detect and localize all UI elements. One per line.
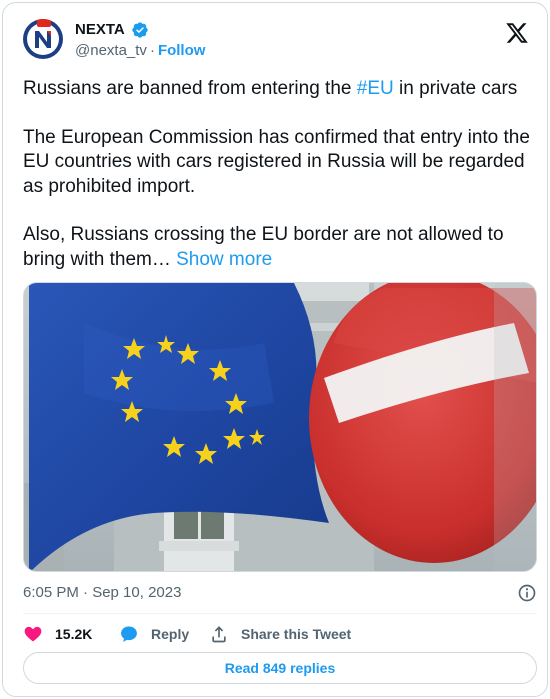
divider — [23, 613, 537, 614]
like-button[interactable]: 15.2K — [23, 623, 92, 645]
hashtag-link[interactable]: #EU — [357, 78, 394, 99]
like-count: 15.2K — [55, 626, 93, 642]
tweet-image[interactable] — [23, 282, 537, 572]
read-replies-button[interactable]: Read 849 replies — [23, 652, 537, 684]
show-more-link[interactable]: Show more — [176, 249, 272, 270]
nexta-logo-icon — [35, 31, 51, 48]
share-label: Share this Tweet — [241, 626, 352, 642]
reply-button[interactable]: Reply — [119, 623, 189, 645]
tweet-text: Russians are banned from entering the #E… — [23, 77, 535, 272]
share-icon — [212, 626, 226, 643]
info-icon[interactable] — [517, 583, 537, 603]
author-handle[interactable]: @nexta_tv — [75, 42, 147, 59]
speech-bubble-icon — [121, 626, 137, 642]
follow-button[interactable]: Follow — [158, 42, 206, 59]
reply-label: Reply — [151, 626, 190, 642]
text-segment: in private cars — [393, 78, 518, 99]
text-segment: Russians are banned from entering the — [23, 78, 357, 99]
heart-icon — [24, 626, 42, 642]
author-block: NEXTA @nexta_tv · Follow — [75, 20, 205, 61]
separator-dot: · — [149, 42, 155, 59]
tweet-card: NEXTA @nexta_tv · Follow Russians are bann… — [2, 2, 548, 697]
tweet-meta: 6:05 PM · Sep 10, 2023 — [23, 583, 537, 603]
timestamp[interactable]: 6:05 PM · Sep 10, 2023 — [23, 584, 181, 601]
eu-flag-stop-sign-photo — [24, 283, 536, 571]
tweet-paragraph-3: Also, Russians crossing the EU border ar… — [23, 223, 535, 272]
share-button[interactable]: Share this Tweet — [209, 623, 351, 645]
tweet-header: NEXTA @nexta_tv · Follow — [23, 19, 529, 63]
tweet-actions: 15.2K Reply Share this Tweet — [23, 623, 537, 645]
avatar[interactable] — [23, 19, 63, 59]
x-logo-icon[interactable] — [505, 21, 529, 45]
read-replies-label: Read 849 replies — [224, 660, 336, 676]
tweet-paragraph-1: Russians are banned from entering the #E… — [23, 77, 535, 102]
tweet-paragraph-2: The European Commission has confirmed th… — [23, 126, 530, 197]
avatar-flag-mark — [37, 19, 51, 27]
display-name[interactable]: NEXTA — [75, 20, 125, 40]
verified-badge-icon — [132, 22, 148, 38]
